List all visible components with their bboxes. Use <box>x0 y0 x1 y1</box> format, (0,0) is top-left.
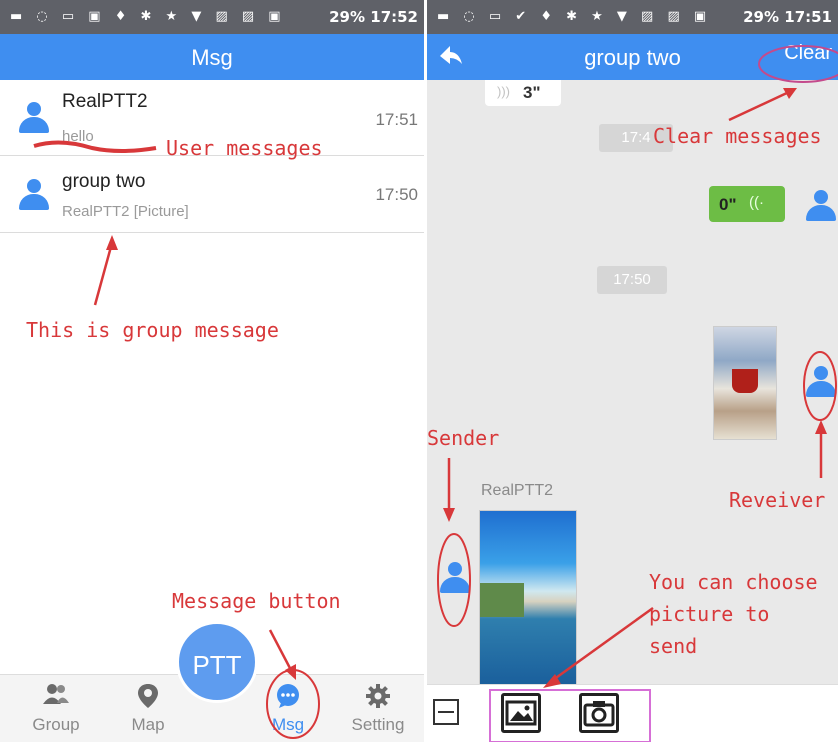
voice-duration: 0" <box>719 195 737 214</box>
nav-label: Map <box>131 715 165 734</box>
receiver-avatar-icon <box>805 366 837 398</box>
group-avatar-icon <box>18 179 50 211</box>
received-picture[interactable] <box>479 510 577 686</box>
message-preview: hello <box>62 128 94 145</box>
sender-avatar-icon <box>439 562 471 594</box>
annotation-sender: Sender <box>427 426 500 450</box>
message-time: 17:51 <box>375 110 418 129</box>
annotation-choose-picture: You can choose picture to send <box>649 570 818 658</box>
annotation-receiver: Reveiver <box>729 488 826 512</box>
status-bar: ▬ ◌ ▭ ▣ ♦ ✱ ★ ▼ ▨ ▨ ▣ 29% 17:52 <box>0 0 424 34</box>
chat-title: group two <box>584 45 681 70</box>
sent-voice-message[interactable]: 0" ((· <box>709 186 785 222</box>
user-avatar-icon <box>18 102 50 134</box>
group-icon <box>14 683 98 709</box>
sent-picture[interactable] <box>713 326 777 440</box>
timestamp-chip: 17:50 <box>597 266 667 294</box>
nav-label: Msg <box>271 715 305 734</box>
message-time: 17:50 <box>375 185 418 204</box>
clear-button[interactable]: Clear <box>784 42 832 65</box>
annotation-group-message: This is group message <box>26 318 279 342</box>
annotation-message-button: Message button <box>172 589 341 613</box>
cup-shape <box>732 369 758 393</box>
message-row-group-two[interactable]: group two RealPTT2 [Picture] 17:50 <box>0 157 424 233</box>
self-avatar-icon <box>805 190 837 222</box>
nav-item-group[interactable]: Group <box>14 675 98 742</box>
status-icons: ▬ ◌ ▭ ✔ ♦ ✱ ★ ▼ ▨ ▨ ▣ <box>437 9 712 24</box>
chat-input-bar <box>427 684 838 742</box>
message-preview: RealPTT2 [Picture] <box>62 203 189 220</box>
app-bar: group two Clear <box>427 34 838 80</box>
group-chat-screen: ▬ ◌ ▭ ✔ ♦ ✱ ★ ▼ ▨ ▨ ▣ 29% 17:51 group tw… <box>427 0 838 742</box>
message-icon <box>246 683 330 709</box>
contact-name: RealPTT2 <box>62 91 148 112</box>
nav-item-setting[interactable]: Setting <box>336 675 420 742</box>
battery-time: 29% 17:51 <box>743 8 832 26</box>
cliff-shape <box>480 583 524 617</box>
nav-item-map[interactable]: Map <box>106 675 190 742</box>
status-icons: ▬ ◌ ▭ ▣ ♦ ✱ ★ ▼ ▨ ▨ ▣ <box>10 9 286 24</box>
nav-label: Group <box>32 715 80 734</box>
status-bar: ▬ ◌ ▭ ✔ ♦ ✱ ★ ▼ ▨ ▨ ▣ 29% 17:51 <box>427 0 838 34</box>
app-bar: Msg <box>0 34 424 80</box>
nav-label: Setting <box>351 715 405 734</box>
image-icon <box>505 700 537 726</box>
camera-button[interactable] <box>579 693 619 733</box>
sender-name: RealPTT2 <box>481 482 554 499</box>
gear-icon <box>336 683 420 709</box>
annotation-user-messages: User messages <box>166 136 323 160</box>
voice-wave-icon: ((· <box>749 194 764 211</box>
voice-duration: 3" <box>523 83 541 102</box>
message-list-screen: ▬ ◌ ▭ ▣ ♦ ✱ ★ ▼ ▨ ▨ ▣ 29% 17:52 Msg Real… <box>0 0 424 742</box>
annotation-clear-messages: Clear messages <box>653 124 822 148</box>
group-name: group two <box>62 171 146 192</box>
page-title: Msg <box>191 45 233 70</box>
nav-item-msg[interactable]: Msg <box>246 675 330 742</box>
received-voice-message[interactable]: ))) 3" <box>485 80 561 106</box>
gallery-picture-button[interactable] <box>501 693 541 733</box>
ptt-button[interactable]: PTT <box>176 621 258 703</box>
camera-icon <box>583 701 615 727</box>
battery-time: 29% 17:52 <box>329 8 418 26</box>
voice-wave-icon: ))) <box>497 84 510 99</box>
keyboard-toggle-icon[interactable] <box>433 699 459 725</box>
map-pin-icon <box>106 683 190 709</box>
